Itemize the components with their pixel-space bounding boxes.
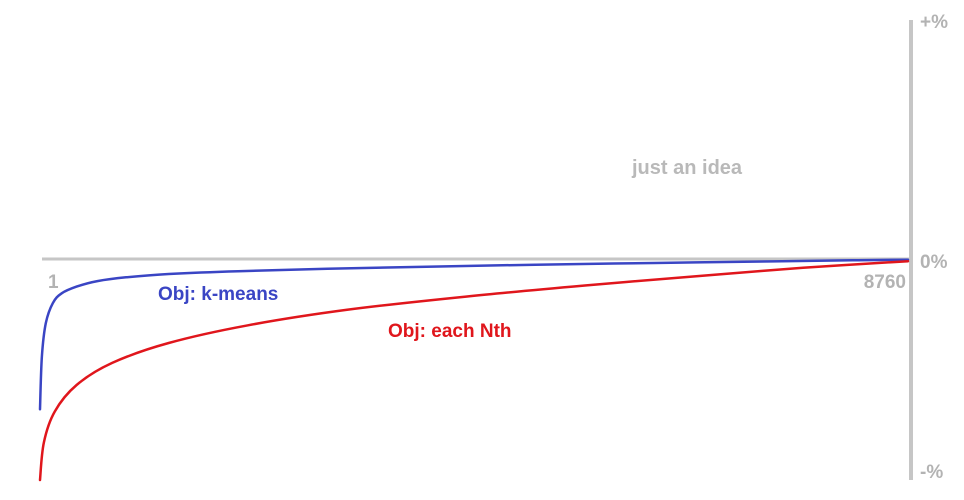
x-tick-start: 1 xyxy=(48,272,59,293)
x-tick-end: 8760 xyxy=(864,272,906,293)
series-label-each-nth: Obj: each Nth xyxy=(388,321,512,342)
chart-canvas: +% 0% -% 1 8760 just an idea Obj: k-mean… xyxy=(38,12,948,483)
annotation-text: just an idea xyxy=(631,157,743,179)
y-tick-bottom: -% xyxy=(920,462,943,483)
series-label-k-means: Obj: k-means xyxy=(158,284,278,305)
y-tick-zero: 0% xyxy=(920,252,948,273)
y-tick-top: +% xyxy=(920,12,948,33)
chart: +% 0% -% 1 8760 just an idea Obj: k-mean… xyxy=(0,0,964,500)
